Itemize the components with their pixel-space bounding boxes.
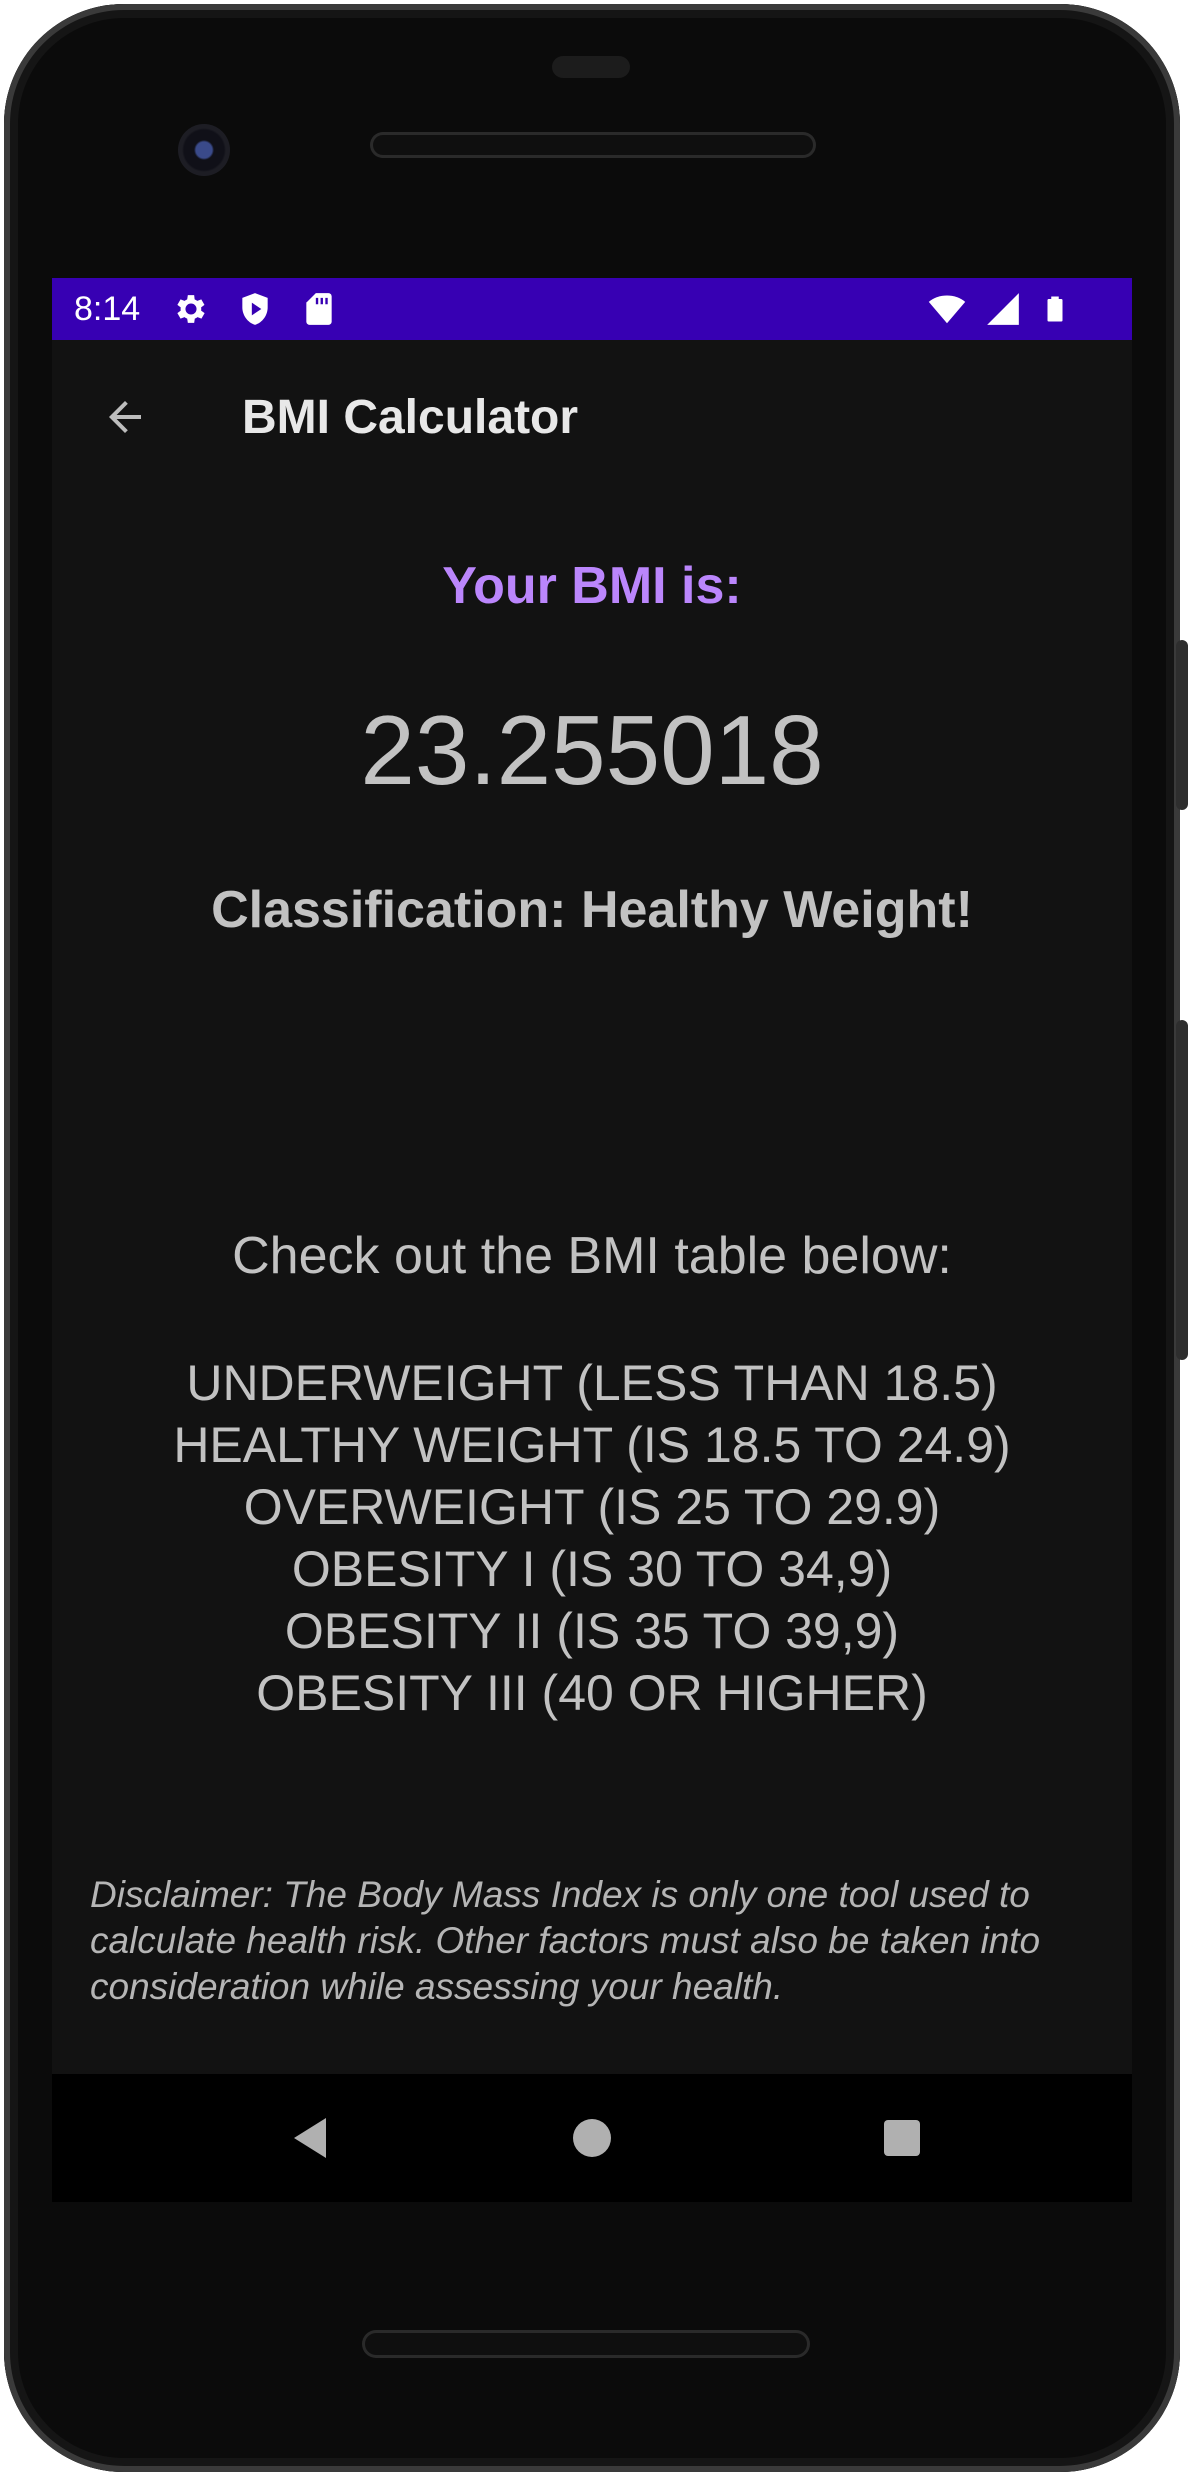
table-row-obesity-1: OBESITY I (IS 30 TO 34,9) xyxy=(291,1541,893,1597)
bmi-table: UNDERWEIGHT (LESS THAN 18.5) HEALTHY WEI… xyxy=(52,1352,1132,1724)
table-intro: Check out the BMI table below: xyxy=(232,1227,952,1285)
navigation-bar xyxy=(52,2074,1132,2202)
bmi-value: 23.255018 xyxy=(360,695,824,805)
table-row-underweight: UNDERWEIGHT (LESS THAN 18.5) xyxy=(186,1355,998,1411)
device-frame: 8:14 BMI Calculator Your BMI is: 23.2550… xyxy=(0,0,1194,2480)
recents-square-icon xyxy=(884,2120,920,2156)
volume-rocker xyxy=(1176,1020,1188,1360)
table-row-obesity-3: OBESITY III (40 OR HIGHER) xyxy=(256,1665,928,1721)
nav-home-button[interactable] xyxy=(560,2106,624,2170)
power-button xyxy=(1176,640,1188,810)
bottom-speaker xyxy=(362,2330,810,2358)
table-row-healthy-weight: HEALTHY WEIGHT (IS 18.5 TO 24.9) xyxy=(173,1417,1011,1473)
top-sensor xyxy=(552,56,630,78)
disclaimer-text: Disclaimer: The Body Mass Index is only … xyxy=(90,1874,1041,2007)
back-triangle-icon xyxy=(294,2118,326,2158)
table-row-obesity-2: OBESITY II (IS 35 TO 39,9) xyxy=(284,1603,900,1659)
table-row-overweight: OVERWEIGHT (IS 25 TO 29.9) xyxy=(243,1479,941,1535)
home-circle-icon xyxy=(573,2119,611,2157)
nav-back-button[interactable] xyxy=(278,2106,342,2170)
nav-recents-button[interactable] xyxy=(870,2106,934,2170)
classification-text: Classification: Healthy Weight! xyxy=(211,881,973,939)
content: Your BMI is: 23.255018 Classification: H… xyxy=(52,278,1132,2074)
bmi-heading: Your BMI is: xyxy=(442,557,742,615)
screen: 8:14 BMI Calculator Your BMI is: 23.2550… xyxy=(52,278,1132,2074)
earpiece-speaker xyxy=(370,132,816,158)
front-camera-icon xyxy=(178,124,230,176)
